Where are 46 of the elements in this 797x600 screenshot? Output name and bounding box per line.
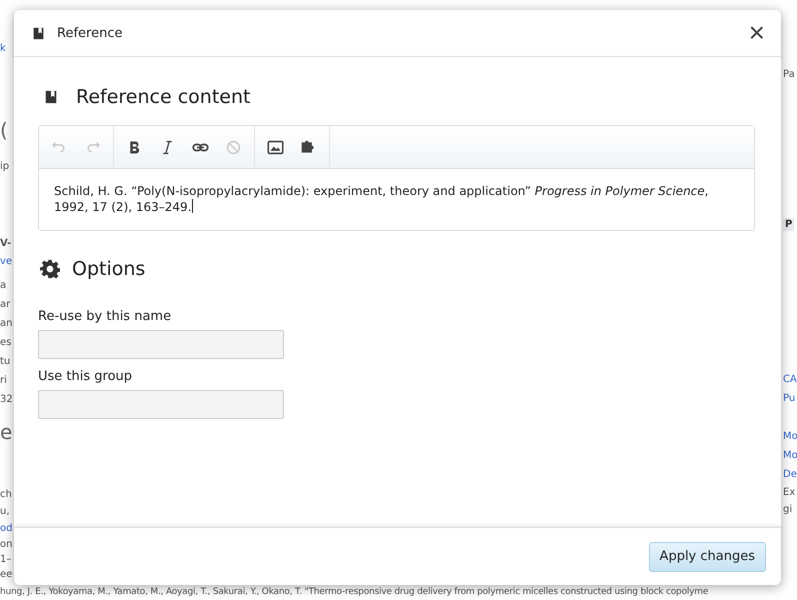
background-text: ee (0, 568, 12, 581)
background-text: u, (0, 505, 10, 518)
dialog-title: Reference (57, 26, 124, 40)
field-label: Re-use by this name (38, 309, 172, 324)
background-link[interactable]: od (0, 522, 12, 535)
reference-editor[interactable]: Schild, H. G. “Poly(N-isopropylacrylamide): experiment, theory and application” Progress in Polymer Science, 1992, 17 (2), 163–249. (38, 125, 755, 231)
input-field[interactable] (38, 330, 284, 359)
background-text: ip (0, 160, 10, 173)
image-icon (267, 138, 284, 156)
input-field[interactable] (38, 390, 284, 419)
background-text: tu (0, 355, 10, 368)
apply-changes-button[interactable]: Apply changes (648, 542, 766, 572)
background-link[interactable]: Pu (783, 392, 796, 405)
background-text: ar (0, 298, 10, 311)
background-text: V- (0, 237, 12, 250)
background-link[interactable]: CA (783, 373, 797, 386)
background-text: gi (783, 503, 792, 516)
background-text: e (0, 420, 12, 444)
background-text: on (0, 538, 12, 551)
no-entry-icon (225, 138, 242, 156)
background-link[interactable]: De (783, 468, 797, 481)
background-text: a (0, 279, 6, 292)
background-text: es (0, 336, 12, 349)
background-text: hung, J. E., Yokoyama, M., Yamato, M., Aoyagi, T., Sakurai, Y., Okano, T. "Thermo-responsive drug delivery from polymeric micelles constructed using block copolyme (0, 587, 708, 598)
background-text: ch (0, 488, 12, 501)
background-link[interactable]: Mo (783, 430, 797, 443)
bookmark-icon (32, 26, 45, 40)
background-text: 32 (0, 393, 13, 406)
background-link[interactable]: ve (0, 255, 12, 268)
field-label: Use this group (38, 369, 132, 384)
background-text: ri (0, 374, 7, 387)
background-text: P (783, 218, 794, 231)
gear-icon (40, 259, 60, 279)
section-heading: Reference content (76, 86, 250, 108)
background-text: ( (0, 118, 8, 142)
bookmark-icon (44, 89, 58, 105)
background-link[interactable]: k (0, 42, 6, 55)
close-button[interactable]: × (746, 19, 767, 47)
text-cursor (192, 199, 193, 213)
background-text: an (0, 317, 12, 330)
section-heading: Options (72, 258, 146, 280)
background-text: 1– (0, 553, 12, 566)
reference-text[interactable]: Schild, H. G. “Poly(N-isopropylacrylamide): experiment, theory and application” Progress in Polymer Science, 1992, 17 (2), 163–249. (39, 169, 754, 230)
background-link[interactable]: Mo (783, 449, 797, 462)
background-text: Pa (783, 68, 795, 81)
background-text: Ex (783, 486, 796, 499)
